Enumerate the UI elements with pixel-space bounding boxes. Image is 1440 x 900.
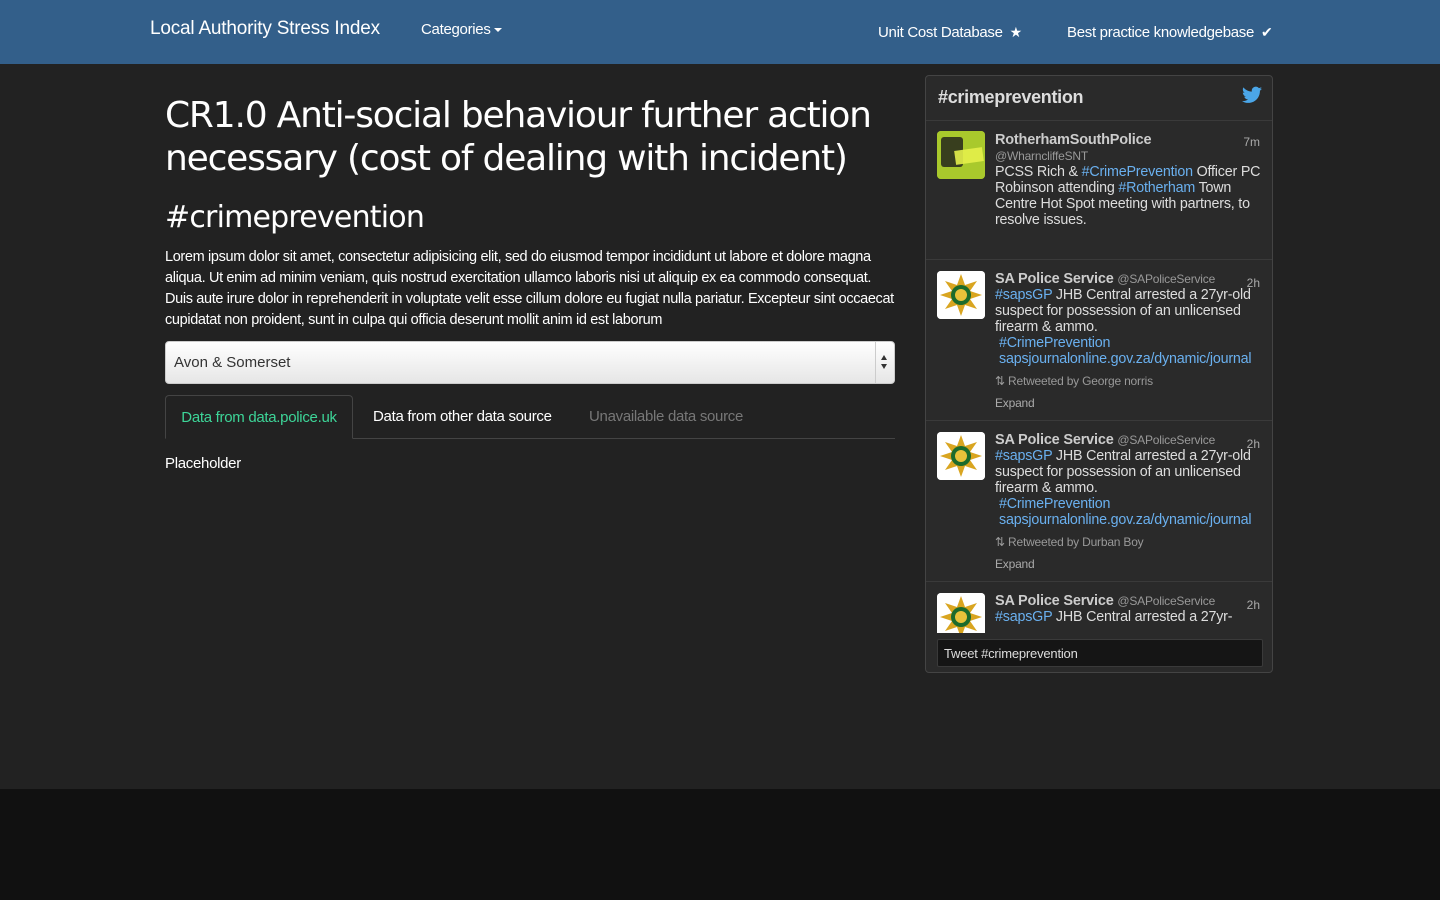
tweet-url-link[interactable]: sapsjournalonline.gov.za/dynamic/journal: [999, 512, 1259, 528]
unit-cost-database-link[interactable]: Unit Cost Database ★: [878, 24, 1022, 41]
retweet-info: ⇅ Retweeted by George norris: [995, 374, 1153, 388]
expand-link[interactable]: Expand: [995, 395, 1265, 411]
tweet-author-handle[interactable]: @SAPoliceService: [1117, 433, 1215, 447]
hashtag-link[interactable]: #CrimePrevention: [999, 335, 1265, 351]
tweet-item[interactable]: 2h SA Police Service @SAPoliceService #s…: [926, 421, 1272, 582]
tweet-item[interactable]: 2h SA Police Service @SAPoliceService #s…: [926, 260, 1272, 421]
star-icon: ★: [1009, 24, 1023, 40]
tweet-feed[interactable]: 7m RotherhamSouthPolice @WharncliffeSNT …: [926, 121, 1272, 633]
select-arrows-icon: [875, 342, 894, 383]
retweet-icon: ⇅: [995, 535, 1005, 549]
tab-unavailable-source: Unavailable data source: [589, 408, 744, 425]
police-logo-icon: [937, 131, 985, 179]
hashtag-link[interactable]: #sapsGP: [995, 448, 1052, 464]
tweet-body: SA Police Service @SAPoliceService #saps…: [995, 432, 1265, 572]
best-practice-label: Best practice knowledgebase: [1067, 24, 1255, 41]
data-source-tabs: Data from data.police.uk Data from other…: [165, 395, 895, 439]
tweet-author-handle[interactable]: @SAPoliceService: [1117, 594, 1215, 608]
region-select[interactable]: Avon & Somerset: [165, 341, 895, 384]
tweet-author-handle[interactable]: @SAPoliceService: [1117, 272, 1215, 286]
tweet-author-name[interactable]: SA Police Service: [995, 593, 1114, 609]
saps-star-badge-icon: [937, 271, 985, 319]
tab-other-source[interactable]: Data from other data source: [373, 395, 552, 438]
hashtag-link[interactable]: #sapsGP: [995, 287, 1052, 303]
retweet-icon: ⇅: [995, 374, 1005, 388]
tweet-author-name[interactable]: RotherhamSouthPolice: [995, 132, 1152, 148]
retweet-info: ⇅ Retweeted by Durban Boy: [995, 535, 1144, 549]
tweet-body: SA Police Service @SAPoliceService #saps…: [995, 593, 1265, 625]
unit-cost-label: Unit Cost Database: [878, 24, 1003, 41]
tweet-text: PCSS Rich & #CrimePrevention Officer PC …: [995, 164, 1261, 228]
tweet-author-name[interactable]: SA Police Service: [995, 432, 1114, 448]
description-text: Lorem ipsum dolor sit amet, consectetur …: [165, 249, 894, 328]
tweet-text: #sapsGP JHB Central arrested a 27yr-: [995, 609, 1233, 625]
tweet-compose-label: Tweet #crimeprevention: [944, 646, 1078, 661]
expand-link[interactable]: Expand: [995, 556, 1265, 572]
tab-data-police[interactable]: Data from data.police.uk: [165, 395, 353, 439]
tweet-author-handle[interactable]: @WharncliffeSNT: [995, 149, 1088, 163]
tweet-body: SA Police Service @SAPoliceService #saps…: [995, 271, 1265, 411]
tweet-author-name[interactable]: SA Police Service: [995, 271, 1114, 287]
tweet-url-link[interactable]: sapsjournalonline.gov.za/dynamic/journal: [999, 351, 1259, 367]
tweet-text: #sapsGP JHB Central arrested a 27yr-old …: [995, 287, 1251, 335]
tweet-compose-box[interactable]: Tweet #crimeprevention: [937, 639, 1263, 667]
twitter-widget-title[interactable]: #crimeprevention: [938, 87, 1084, 108]
avatar[interactable]: [937, 271, 985, 319]
best-practice-link[interactable]: Best practice knowledgebase ✔: [1067, 24, 1273, 41]
categories-label: Categories: [421, 21, 491, 38]
tweet-text: #sapsGP JHB Central arrested a 27yr-old …: [995, 448, 1251, 496]
page-title: CR1.0 Anti-social behaviour further acti…: [165, 95, 872, 179]
main-area: CR1.0 Anti-social behaviour further acti…: [0, 64, 1440, 789]
page-subtitle: #crimeprevention: [165, 200, 425, 235]
hashtag-link[interactable]: #Rotherham: [1118, 180, 1195, 196]
navbar: Local Authority Stress Index Categories …: [0, 0, 1440, 64]
categories-dropdown[interactable]: Categories: [421, 21, 502, 38]
brand-link[interactable]: Local Authority Stress Index: [150, 18, 380, 40]
tweet-item[interactable]: 2h SA Police Service @SAPoliceService #s…: [926, 582, 1272, 633]
twitter-widget: #crimeprevention 7m RotherhamSouthPolice: [925, 75, 1273, 673]
caret-down-icon: [493, 28, 502, 33]
saps-star-badge-icon: [937, 593, 985, 633]
tab-content-placeholder: Placeholder: [165, 455, 241, 472]
avatar[interactable]: [937, 432, 985, 480]
checkmark-icon: ✔: [1261, 24, 1273, 40]
tweet-item[interactable]: 7m RotherhamSouthPolice @WharncliffeSNT …: [926, 121, 1272, 260]
avatar[interactable]: [937, 131, 985, 179]
hashtag-link[interactable]: #CrimePrevention: [999, 496, 1265, 512]
tweet-body: RotherhamSouthPolice @WharncliffeSNT PCS…: [995, 132, 1265, 228]
region-select-value: Avon & Somerset: [174, 354, 291, 371]
hashtag-link[interactable]: #sapsGP: [995, 609, 1052, 625]
saps-star-badge-icon: [937, 432, 985, 480]
hashtag-link[interactable]: #CrimePrevention: [1082, 164, 1193, 180]
avatar[interactable]: [937, 593, 985, 633]
twitter-bird-icon[interactable]: [1242, 86, 1262, 104]
twitter-widget-header: #crimeprevention: [926, 76, 1272, 121]
